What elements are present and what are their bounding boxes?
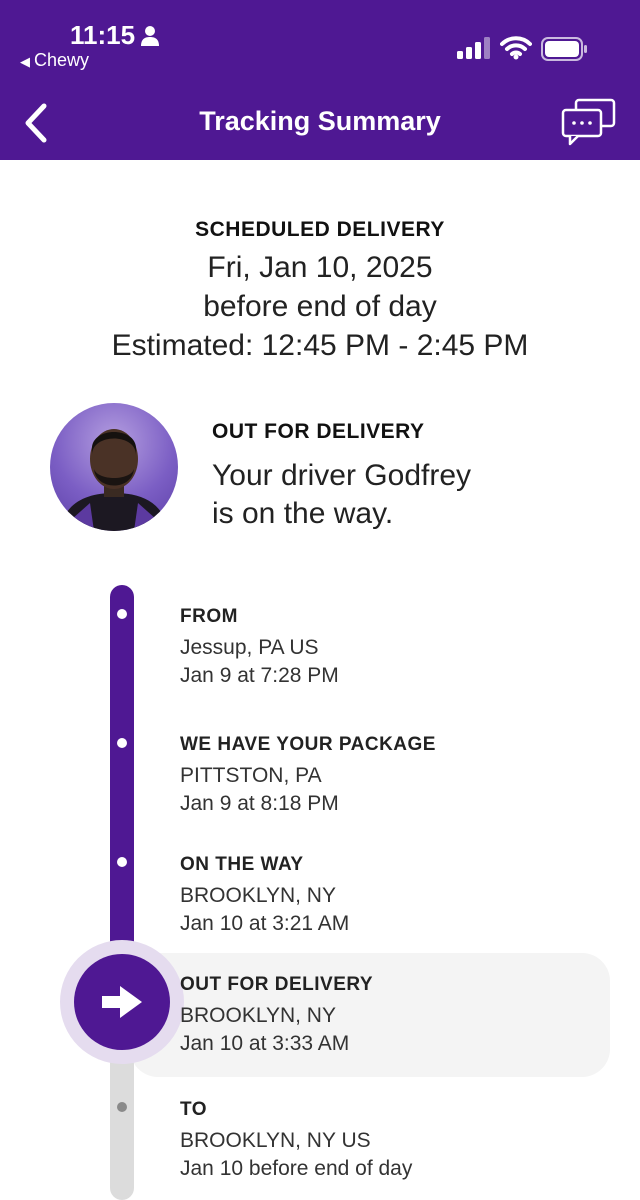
back-app-label: Chewy [34,50,90,70]
scheduled-delivery-block: SCHEDULED DELIVERY Fri, Jan 10, 2025 bef… [0,218,640,365]
driver-message-line2: is on the way. [212,497,394,530]
step-label: TO [180,1099,208,1120]
step-location: Jessup, PA US [180,636,319,659]
timeline-step: TO BROOKLYN, NY US Jan 10 before end of … [180,1099,412,1183]
current-step-marker [74,954,170,1050]
scheduled-date: Fri, Jan 10, 2025 [207,251,433,284]
driver-avatar [50,403,178,531]
timeline-dot-received [117,738,127,748]
driver-message-line1: Your driver Godfrey [212,459,472,492]
status-time: 11:15 [70,20,136,50]
back-to-app-link[interactable]: ◀ Chewy [20,50,89,71]
cellular-signal-icon [457,37,490,59]
step-time: Jan 9 at 8:18 PM [180,792,339,815]
scheduled-window: before end of day [203,290,437,323]
timeline-dot-to [117,1102,127,1112]
app-header: 11:15 ◀ Chewy Tracking Summary [0,0,640,160]
timeline-step-current: OUT FOR DELIVERY BROOKLYN, NY Jan 10 at … [180,974,373,1058]
battery-icon [541,37,587,61]
step-location: PITTSTON, PA [180,764,322,787]
step-label: FROM [180,606,238,627]
back-triangle-icon: ◀ [20,54,30,69]
timeline-progress-track [110,585,134,960]
timeline-dot-on-the-way [117,857,127,867]
estimated-time: Estimated: 12:45 PM - 2:45 PM [111,329,529,362]
timeline-dot-from [117,609,127,619]
timeline-step: ON THE WAY BROOKLYN, NY Jan 10 at 3:21 A… [180,854,349,938]
step-time: Jan 10 before end of day [180,1157,413,1180]
person-icon [141,26,159,46]
chat-bubbles-icon[interactable] [560,98,618,146]
timeline-step: WE HAVE YOUR PACKAGE PITTSTON, PA Jan 9 … [180,734,436,818]
driver-photo [60,429,168,531]
scheduled-delivery-label: SCHEDULED DELIVERY [195,218,445,241]
step-location: BROOKLYN, NY [180,884,336,907]
timeline-step: FROM Jessup, PA US Jan 9 at 7:28 PM [180,606,339,690]
timeline-pending-track [110,1040,134,1200]
driver-message: Your driver Godfrey is on the way. [212,457,612,533]
driver-status-label: OUT FOR DELIVERY [212,420,425,443]
step-time: Jan 10 at 3:21 AM [180,912,350,935]
wifi-icon [500,36,532,60]
step-location: BROOKLYN, NY US [180,1129,371,1152]
page-title: Tracking Summary [199,106,441,136]
step-time: Jan 9 at 7:28 PM [180,664,339,687]
arrow-right-icon [102,986,142,1018]
step-label: ON THE WAY [180,854,304,875]
step-time: Jan 10 at 3:33 AM [180,1032,350,1055]
step-label: OUT FOR DELIVERY [180,974,374,995]
step-label: WE HAVE YOUR PACKAGE [180,734,436,755]
step-location: BROOKLYN, NY [180,1004,336,1027]
